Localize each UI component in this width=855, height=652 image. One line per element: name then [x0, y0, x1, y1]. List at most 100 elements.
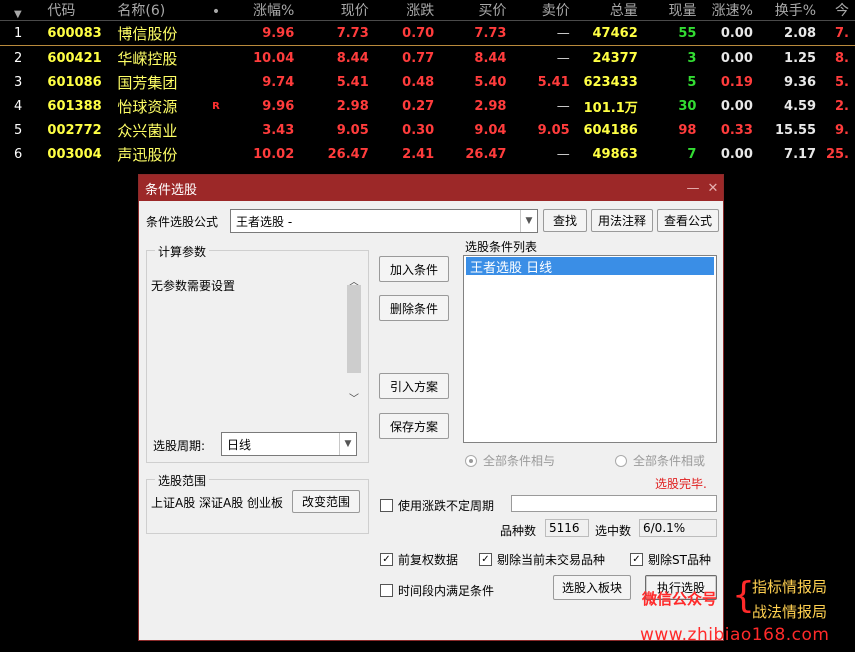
checkbox-variable-period[interactable]: 使用涨跌不定周期 [380, 497, 494, 514]
list-item[interactable]: 王者选股 日线 [466, 257, 714, 276]
watermark-url: www.zhibiao168.com [640, 625, 830, 645]
ask-price: 5.41 [537, 74, 570, 90]
volume: 24377 [592, 50, 638, 66]
margin-flag [205, 142, 232, 166]
checkbox-exclude-st[interactable]: ✓ 剔除ST品种 [630, 551, 711, 568]
scroll-down-icon[interactable]: ﹀ [346, 390, 362, 406]
radio-or-label: 全部条件相或 [633, 454, 706, 468]
checkmark-icon[interactable]: ✓ [630, 553, 643, 566]
col-volume[interactable]: 总量 [576, 0, 644, 21]
count-field: 5116 [545, 519, 589, 537]
table-row[interactable]: 4 601388 怡球资源 R 9.96 2.98 0.27 2.98 — 101.1万 30 0.0… [0, 94, 855, 118]
view-formula-button[interactable]: 查看公式 [657, 209, 719, 232]
checkbox-icon[interactable] [380, 584, 393, 597]
dialog-titlebar[interactable]: 条件选股 — ✕ [139, 175, 723, 201]
margin-flag [205, 46, 232, 71]
col-price[interactable]: 现价 [300, 0, 375, 21]
exclude-untraded-label: 剔除当前未交易品种 [497, 553, 606, 567]
open-price: 2. [835, 98, 849, 114]
col-turnover[interactable]: 换手% [759, 0, 822, 21]
period-select[interactable]: 日线 ▼ [221, 432, 357, 456]
col-bid[interactable]: 买价 [440, 0, 512, 21]
stock-code: 601388 [47, 98, 102, 114]
variable-period-label: 使用涨跌不定周期 [398, 499, 495, 513]
volume: 101.1万 [583, 100, 638, 116]
find-button[interactable]: 查找 [543, 209, 587, 232]
params-scrollbar[interactable]: ︿ ﹀ [346, 261, 362, 406]
bid-price: 7.73 [440, 20, 513, 46]
add-to-block-button[interactable]: 选股入板块 [553, 575, 631, 600]
col-open[interactable]: 今 [822, 0, 855, 21]
radio-and[interactable]: 全部条件相与 [465, 452, 555, 469]
col-code[interactable]: 代码 [47, 0, 117, 21]
radio-selected-icon[interactable] [465, 454, 477, 467]
table-row[interactable]: 2 600421 华嵘控股 10.04 8.44 0.77 8.44 — 24377 3 0.00 1… [0, 46, 855, 71]
price: 5.41 [336, 74, 369, 90]
row-index: 2 [14, 50, 23, 66]
ask-price: — [556, 146, 570, 162]
ask-price: 9.05 [537, 122, 570, 138]
margin-flag [205, 118, 232, 142]
radio-unselected-icon[interactable] [615, 454, 627, 467]
price: 2.98 [336, 98, 369, 114]
checkbox-exclude-untraded[interactable]: ✓ 剔除当前未交易品种 [479, 551, 605, 568]
col-ask[interactable]: 卖价 [512, 0, 575, 21]
current-volume: 5 [687, 74, 697, 90]
stock-code: 002772 [47, 122, 102, 138]
import-scheme-button[interactable]: 引入方案 [379, 373, 449, 399]
speed: 0.00 [720, 50, 753, 66]
col-change[interactable]: 涨跌 [375, 0, 440, 21]
row-index: 6 [14, 146, 23, 162]
table-row[interactable]: 1 600083 博信股份 9.96 7.73 0.70 7.73—47462 55 0.00 2… [0, 20, 855, 46]
stock-name: 华嵘控股 [117, 49, 178, 68]
close-icon[interactable]: ✕ [703, 181, 723, 196]
table-row[interactable]: 3 601086 国芳集团 9.74 5.41 0.48 5.40 5.41 623433 5 0.… [0, 70, 855, 94]
sort-arrow-icon[interactable]: ▼ [0, 0, 47, 21]
usage-notes-button[interactable]: 用法注释 [591, 209, 653, 232]
checkbox-forward-adjust[interactable]: ✓ 前复权数据 [380, 551, 458, 568]
col-speed[interactable]: 涨速% [702, 0, 758, 21]
open-price: 7. [822, 20, 855, 46]
stock-code: 600421 [47, 50, 102, 66]
current-volume: 30 [678, 98, 697, 114]
delete-condition-button[interactable]: 删除条件 [379, 295, 449, 321]
table-row[interactable]: 6 003004 声迅股份 10.02 26.47 2.41 26.47 — 49863 7 0.0… [0, 142, 855, 166]
minimize-icon[interactable]: — [683, 181, 703, 196]
chevron-down-icon[interactable]: ▼ [339, 433, 356, 455]
save-scheme-button[interactable]: 保存方案 [379, 413, 449, 439]
period-input[interactable] [511, 495, 717, 512]
current-volume: 7 [687, 146, 697, 162]
row-index: 5 [14, 122, 23, 138]
col-change-pct[interactable]: 涨幅% [233, 0, 301, 21]
volume: 604186 [583, 122, 638, 138]
ask-price: — [556, 50, 570, 66]
row-index: 3 [14, 74, 23, 90]
row-index: 4 [14, 98, 23, 114]
period-label: 选股周期: [153, 439, 206, 453]
checkmark-icon[interactable]: ✓ [380, 553, 393, 566]
change-range-button[interactable]: 改变范围 [292, 490, 360, 513]
selected-count-field: 6/0.1% [639, 519, 717, 537]
scroll-thumb[interactable] [347, 285, 361, 373]
col-current-volume[interactable]: 现量 [644, 0, 703, 21]
change: 0.48 [402, 74, 435, 90]
checkbox-icon[interactable] [380, 499, 393, 512]
params-text: 无参数需要设置 [151, 279, 236, 293]
checkmark-icon[interactable]: ✓ [479, 553, 492, 566]
change: 0.30 [402, 122, 435, 138]
checkbox-timespan[interactable]: 时间段内满足条件 [380, 582, 494, 599]
bid-price: 8.44 [474, 50, 507, 66]
turnover: 7.17 [784, 146, 817, 162]
col-name[interactable]: 名称(6) [117, 0, 205, 21]
chevron-down-icon[interactable]: ▼ [520, 210, 537, 232]
selected-count-label: 选中数 [595, 524, 632, 538]
price: 9.05 [336, 122, 369, 138]
formula-select[interactable]: 王者选股 - ▼ [230, 209, 538, 233]
radio-or[interactable]: 全部条件相或 [615, 452, 705, 469]
range-group: 选股范围 上证A股 深证A股 创业板 改变范围 [146, 472, 369, 534]
speed: 0.33 [720, 122, 753, 138]
margin-flag: R [212, 100, 220, 112]
conditions-listbox[interactable]: 王者选股 日线 [463, 255, 717, 443]
add-condition-button[interactable]: 加入条件 [379, 256, 449, 282]
table-row[interactable]: 5 002772 众兴菌业 3.43 9.05 0.30 9.04 9.05 604186 98 0… [0, 118, 855, 142]
